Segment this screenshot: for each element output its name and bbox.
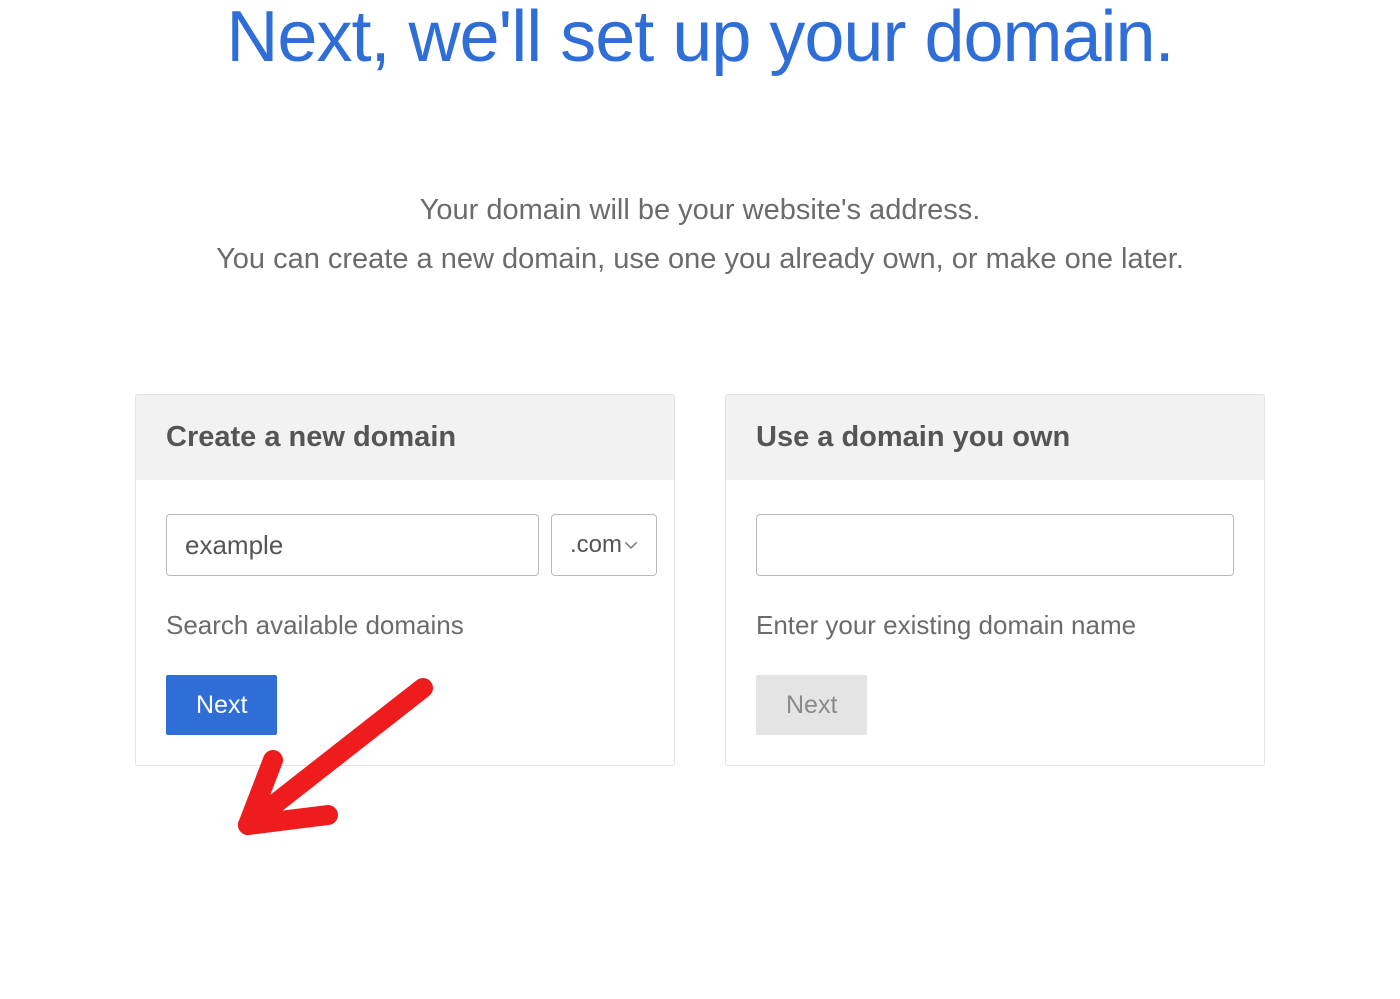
own-domain-helper: Enter your existing domain name	[756, 610, 1234, 641]
page-subtext: Your domain will be your website's addre…	[0, 186, 1400, 285]
new-domain-input[interactable]	[166, 514, 539, 576]
chevron-down-icon	[622, 536, 640, 554]
subtext-line-1: Your domain will be your website's addre…	[0, 186, 1400, 235]
create-domain-header: Create a new domain	[136, 395, 674, 480]
create-domain-next-button[interactable]: Next	[166, 675, 277, 735]
subtext-line-2: You can create a new domain, use one you…	[0, 235, 1400, 284]
own-domain-header: Use a domain you own	[726, 395, 1264, 480]
tld-selected-label: .com	[570, 531, 622, 559]
own-domain-card: Use a domain you own Enter your existing…	[725, 394, 1265, 766]
page-title: Next, we'll set up your domain.	[200, 0, 1200, 76]
create-domain-card: Create a new domain .com Search availabl…	[135, 394, 675, 766]
own-domain-next-button[interactable]: Next	[756, 675, 867, 735]
existing-domain-input[interactable]	[756, 514, 1234, 576]
create-domain-helper: Search available domains	[166, 610, 644, 641]
tld-select[interactable]: .com	[551, 514, 657, 576]
